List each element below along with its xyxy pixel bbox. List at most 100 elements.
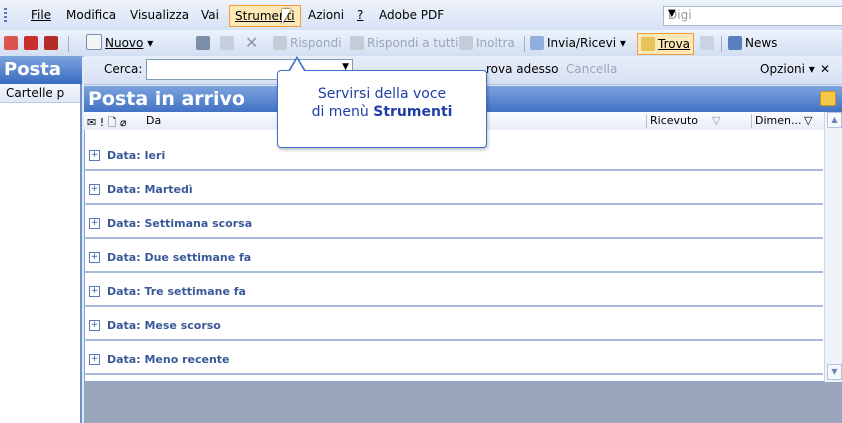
expand-icon[interactable]: + — [89, 150, 100, 161]
filter-icon[interactable]: ▽ — [712, 114, 720, 127]
pdf-convert-icon[interactable] — [24, 33, 41, 53]
menu-vai-label: Vai — [201, 8, 219, 22]
move-icon — [220, 36, 234, 50]
list-group-label: Data: Ieri — [107, 149, 166, 162]
address-book-button[interactable] — [700, 33, 717, 53]
news-label: News — [745, 36, 778, 50]
folder-title-text: Posta in arrivo — [88, 88, 245, 110]
menu-vai[interactable]: Vai — [196, 5, 224, 25]
toolbar-separator — [524, 36, 525, 52]
send-receive-label: Invia/Ricevi — [547, 36, 617, 50]
menu-help[interactable]: ? — [352, 5, 368, 25]
callout-line-1: Servirsi della voce — [317, 86, 447, 102]
print-button[interactable] — [196, 33, 213, 53]
nav-section-folders[interactable]: Cartelle p — [0, 84, 80, 103]
forward-icon — [459, 36, 473, 50]
nav-pane: Cartelle p — [0, 84, 82, 423]
group-divider — [85, 169, 823, 171]
column-divider — [751, 114, 752, 128]
filter-icon[interactable]: ▽ — [804, 114, 812, 127]
list-group[interactable]: + Data: Due settimane fa — [85, 240, 823, 273]
list-group[interactable]: + Data: Martedì — [85, 172, 823, 205]
print-icon — [196, 36, 210, 50]
expand-icon[interactable]: + — [89, 354, 100, 365]
forward-label: Inoltra — [476, 36, 515, 50]
chevron-down-icon[interactable]: ▼ — [668, 8, 839, 19]
news-button[interactable]: News — [728, 33, 777, 53]
news-icon — [728, 36, 742, 50]
list-group-label: Data: Mese scorso — [107, 319, 221, 332]
send-receive-button[interactable]: Invia/Ricevi ▾ — [530, 33, 626, 53]
menu-file-label: File — [31, 8, 52, 22]
expand-icon[interactable]: + — [89, 184, 100, 195]
menu-visualizza-label: Visualizza — [130, 8, 190, 22]
callout-line-2-strong: Strumenti — [373, 104, 453, 120]
delete-button[interactable]: ✕ — [245, 33, 258, 53]
group-divider — [85, 373, 823, 375]
pdf-attach-icon[interactable] — [44, 33, 61, 53]
help-search-input[interactable]: Digi ▼ — [663, 6, 842, 26]
list-group-label: Data: Martedì — [107, 183, 193, 196]
reply-icon — [273, 36, 287, 50]
move-button[interactable] — [220, 33, 237, 53]
column-divider — [646, 114, 647, 128]
new-button-label: Nuovo — [105, 36, 144, 50]
column-from[interactable]: Da — [146, 114, 161, 127]
list-group-label: Data: Tre settimane fa — [107, 285, 246, 298]
options-button[interactable]: Opzioni ▾ — [760, 62, 815, 76]
menu-azioni-label: Azioni — [308, 8, 345, 22]
find-now-button[interactable]: rova adesso — [486, 62, 558, 76]
find-search-label: Cerca: — [104, 62, 143, 76]
expand-icon[interactable]: + — [89, 252, 100, 263]
scroll-up-icon[interactable]: ▲ — [827, 112, 842, 128]
toolbar-separator — [68, 36, 69, 52]
callout-line-2: di menù Strumenti — [278, 104, 486, 120]
menu-visualizza[interactable]: Visualizza — [125, 5, 194, 25]
reply-button[interactable]: Rispondi — [273, 33, 341, 53]
list-group-label: Data: Due settimane fa — [107, 251, 252, 264]
options-label: Opzioni — [760, 62, 805, 76]
list-group[interactable]: + Data: Mese scorso — [85, 308, 823, 341]
menu-modifica-label: Modifica — [66, 8, 117, 22]
list-group-label: Data: Meno recente — [107, 353, 230, 366]
reply-all-label: Rispondi a tutti — [367, 36, 459, 50]
list-group[interactable]: + Data: Meno recente — [85, 342, 823, 375]
group-divider — [85, 271, 823, 273]
menu-bar: File Modifica Visualizza Vai Strumenti A… — [0, 0, 842, 31]
expand-icon[interactable]: + — [89, 286, 100, 297]
list-group-label: Data: Settimana scorsa — [107, 217, 253, 230]
address-book-icon — [700, 36, 714, 50]
group-divider — [85, 339, 823, 341]
callout-line-2-prefix: di menù — [311, 104, 369, 120]
new-button[interactable]: Nuovo ▾ — [86, 33, 153, 53]
list-group[interactable]: + Data: Settimana scorsa — [85, 206, 823, 239]
expand-icon[interactable]: + — [89, 320, 100, 331]
pdf-icon[interactable] — [4, 33, 21, 53]
vertical-scrollbar[interactable]: ▲ ▼ — [824, 112, 842, 382]
menu-adobe-pdf[interactable]: Adobe PDF — [374, 5, 449, 25]
column-size[interactable]: Dimen... — [755, 114, 801, 127]
menu-modifica[interactable]: Modifica — [61, 5, 121, 25]
find-icon — [641, 37, 655, 51]
menu-azioni[interactable]: Azioni — [303, 5, 349, 25]
menu-file[interactable]: File — [26, 5, 56, 25]
group-divider — [85, 203, 823, 205]
menu-adobe-pdf-label: Adobe PDF — [379, 8, 445, 22]
reply-label: Rispondi — [290, 36, 342, 50]
expand-icon[interactable]: + — [89, 218, 100, 229]
close-icon[interactable]: ✕ — [820, 62, 830, 76]
list-group[interactable]: + Data: Tre settimane fa — [85, 274, 823, 307]
group-divider — [85, 305, 823, 307]
menu-grip-icon[interactable] — [4, 8, 7, 22]
reply-all-icon — [350, 36, 364, 50]
new-mail-icon — [86, 34, 102, 50]
column-received[interactable]: Ricevuto — [650, 114, 698, 127]
toolbar: Nuovo ▾ ✕ Rispondi Rispondi a tutti Inol… — [0, 30, 842, 57]
scroll-down-icon[interactable]: ▼ — [827, 364, 842, 380]
forward-button[interactable]: Inoltra — [459, 33, 515, 53]
reply-all-button[interactable]: Rispondi a tutti — [350, 33, 458, 53]
clear-button[interactable]: Cancella — [566, 62, 617, 76]
folder-icon — [820, 91, 836, 106]
find-button[interactable]: Trova — [637, 33, 695, 55]
send-receive-icon — [530, 36, 544, 50]
